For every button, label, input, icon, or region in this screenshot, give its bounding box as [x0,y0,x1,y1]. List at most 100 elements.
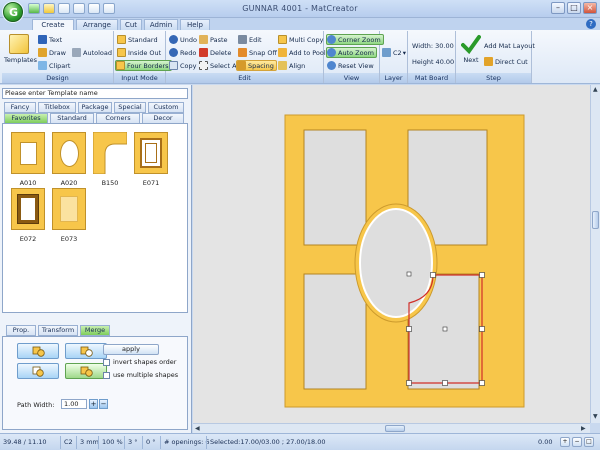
path-width-input[interactable]: 1.00 [61,399,87,409]
layer-dropdown[interactable]: C2 ▾ [382,47,406,58]
help-icon[interactable]: ? [586,19,596,29]
vertical-scrollbar[interactable]: ▲ ▼ [590,85,600,423]
mat-height-field[interactable]: Height 40.00 [412,56,454,67]
scroll-down-icon[interactable]: ▼ [593,413,598,420]
auto-zoom-icon [327,48,336,57]
selection-handle[interactable] [442,380,448,386]
merge-intersect-button[interactable] [17,363,59,379]
mat-width-field[interactable]: Width: 30.00 [412,40,454,51]
tab-arrange[interactable]: Arrange [76,19,118,30]
status-zoom-out-button[interactable]: − [572,437,582,447]
template-tile[interactable]: E072 [11,188,45,243]
tab-fancy[interactable]: Fancy [4,102,36,113]
opening-oval[interactable] [359,208,433,318]
copy-button[interactable]: Copy [169,60,197,71]
selection-handle[interactable] [479,272,485,278]
draw-button[interactable]: Draw [38,47,66,58]
clipart-button[interactable]: Clipart [38,60,70,71]
delete-button[interactable]: Delete [199,47,231,58]
template-tile[interactable]: A010 [11,132,45,187]
merge-union-button[interactable] [17,343,59,359]
scroll-up-icon[interactable]: ▲ [593,86,598,93]
tab-merge[interactable]: Merge [80,325,110,336]
path-width-decrease-button[interactable]: − [99,399,108,409]
autoload-button[interactable]: Autoload [72,47,112,58]
selection-handle[interactable] [406,326,412,332]
scroll-right-icon[interactable]: ▶ [581,425,586,432]
checkbox-box[interactable] [103,371,110,379]
tab-special[interactable]: Special [114,102,146,113]
templates-button[interactable]: Templates [4,34,37,64]
redo-button[interactable]: Redo [169,47,196,58]
align-icon [278,61,287,70]
select-all-button[interactable]: Select All [199,60,240,71]
opening-bottom-left[interactable] [303,273,367,390]
edit-button[interactable]: Edit [238,34,262,45]
reset-view-button[interactable]: Reset View [327,60,374,71]
direct-cut-button[interactable]: Direct Cut [484,56,528,67]
oval-center-handle[interactable] [406,271,412,277]
status-rotation: 0 ° [146,438,156,446]
align-button[interactable]: Align [278,60,305,71]
app-menu-orb[interactable]: G [3,2,23,22]
selection-handle[interactable] [479,326,485,332]
next-button[interactable]: Next [456,34,486,64]
tab-titlebox[interactable]: Titlebox [38,102,76,113]
edit-pen-icon [238,35,247,44]
opening-top-left[interactable] [303,129,367,246]
text-button[interactable]: Text [38,34,62,45]
selection-handle[interactable] [479,380,485,386]
maximize-button[interactable]: □ [567,2,581,14]
title-bar: G GUNNAR 4001 - MatCreator – □ × [0,0,600,22]
scroll-left-icon[interactable]: ◀ [195,425,200,432]
template-name-input[interactable]: Please enter Template name [2,88,188,99]
tab-properties[interactable]: Prop. [6,325,36,336]
paste-button[interactable]: Paste [199,34,228,45]
inside-out-button[interactable]: Inside Out [117,47,161,58]
corner-zoom-button[interactable]: Corner Zoom [326,34,384,45]
add-to-pool-button[interactable]: Add to Pool [278,47,326,58]
status-zoom-in-button[interactable]: + [560,437,570,447]
mat-drawing[interactable] [193,85,590,423]
merge-subtract-button[interactable] [65,343,107,359]
template-tile[interactable]: E071 [134,132,168,187]
minimize-button[interactable]: – [551,2,565,14]
selection-handle[interactable] [430,272,436,278]
tab-transform[interactable]: Transform [38,325,78,336]
tab-package[interactable]: Package [78,102,112,113]
group-label-design: Design [2,73,113,83]
four-borders-button[interactable]: Four Borders [115,60,172,71]
selection-center-handle[interactable] [442,326,448,332]
tab-help[interactable]: Help [180,19,210,30]
spacing-button[interactable]: Spacing [236,60,277,71]
template-tile[interactable]: E073 [52,188,86,243]
multiple-shapes-checkbox[interactable]: use multiple shapes [103,371,178,379]
design-canvas[interactable] [193,85,590,423]
apply-button[interactable]: apply [103,344,159,355]
horizontal-scrollbar[interactable]: ◀ ▶ [193,423,590,433]
tab-cut[interactable]: Cut [120,19,142,30]
four-borders-icon [116,61,125,70]
add-to-pool-label: Add to Pool [289,48,326,57]
checkbox-box[interactable] [103,358,110,366]
undo-button[interactable]: Undo [169,34,197,45]
invert-shapes-checkbox[interactable]: invert shapes order [103,358,176,366]
path-width-increase-button[interactable]: + [89,399,98,409]
auto-zoom-button[interactable]: Auto Zoom [326,47,377,58]
tab-custom[interactable]: Custom [148,102,184,113]
add-mat-layout-button[interactable]: Add Mat Layout [484,40,535,51]
multi-copy-button[interactable]: Multi Copy [278,34,323,45]
snap-off-button[interactable]: Snap Off [238,47,277,58]
merge-exclude-button[interactable] [65,363,107,379]
status-fit-button[interactable]: □ [584,437,594,447]
template-tile[interactable]: A020 [52,132,86,187]
close-button[interactable]: × [583,2,597,14]
tab-admin[interactable]: Admin [144,19,178,30]
template-tile[interactable]: B150 [92,131,128,187]
standard-mode-button[interactable]: Standard [117,34,158,45]
multi-copy-icon [278,35,287,44]
vertical-scroll-thumb[interactable] [592,211,599,229]
selection-handle[interactable] [406,380,412,386]
horizontal-scroll-thumb[interactable] [385,425,405,432]
magnet-icon [238,48,247,57]
